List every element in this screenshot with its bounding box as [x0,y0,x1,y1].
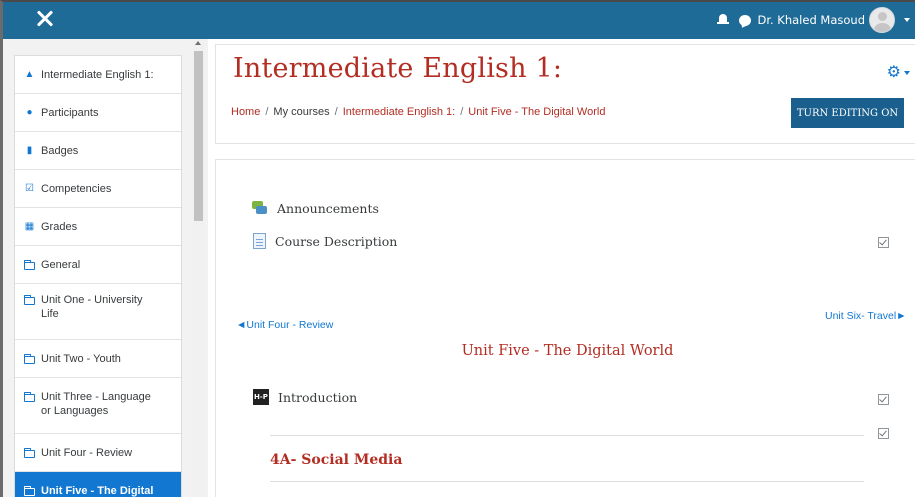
prev-section-link[interactable]: ◄Unit Four - Review [236,319,333,331]
breadcrumb-section[interactable]: Unit Five - The Digital World [468,106,605,118]
bell-icon[interactable] [717,13,730,27]
sidebar: ▲ Intermediate English 1: ● Participants… [3,39,208,497]
page-title: Intermediate English 1: [233,53,563,84]
completion-checkbox[interactable] [878,428,889,439]
sidebar-item-unit-one[interactable]: Unit One - University Life [15,284,181,340]
divider [270,481,864,482]
sidebar-nav: ▲ Intermediate English 1: ● Participants… [14,55,182,497]
forum-icon [252,200,268,216]
sidebar-item-label: Badges [41,145,79,157]
sidebar-item-label: Unit Four - Review [41,447,133,459]
folder-icon [23,390,36,404]
check-square-icon: ☑ [25,183,34,194]
sidebar-item-competencies[interactable]: ☑ Competencies [15,170,181,208]
folder-icon [23,484,36,497]
folder-icon [23,293,36,307]
scrollbar-thumb[interactable] [194,51,203,221]
sidebar-item-label: Unit One - University Life [41,294,143,320]
activity-announcements[interactable]: Announcements [252,200,379,216]
sidebar-item-unit-five[interactable]: Unit Five - The Digital [15,472,181,497]
breadcrumb-my-courses[interactable]: My courses [273,106,329,118]
sidebar-item-label: Unit Three - Language or Languages [41,391,151,417]
sidebar-item-label: Intermediate English 1: [41,69,154,81]
breadcrumb-home[interactable]: Home [231,106,260,118]
activity-label[interactable]: Course Description [275,234,397,249]
page-header: Intermediate English 1: ⚙ Home / My course… [215,44,915,144]
next-section-link[interactable]: Unit Six- Travel► [825,310,907,322]
course-content: Announcements Course Description ◄Unit F… [215,159,915,497]
settings-menu[interactable]: ⚙ [887,65,910,81]
completion-checkbox[interactable] [878,394,889,405]
sidebar-item-label: Unit Five - The Digital [41,485,154,497]
page-icon [253,233,266,249]
user-menu-area: Dr. Khaled Masoud [717,6,910,34]
avatar[interactable] [869,7,895,33]
breadcrumb-course[interactable]: Intermediate English 1: [343,106,456,118]
activity-introduction[interactable]: H-P Introduction [253,389,357,405]
sidebar-item-label: Grades [41,221,78,233]
users-icon: ● [26,107,33,118]
gear-icon[interactable]: ⚙ [887,65,901,81]
sidebar-item-course[interactable]: ▲ Intermediate English 1: [15,56,181,94]
chevron-down-icon[interactable] [904,18,910,22]
folder-icon [23,446,36,460]
sidebar-item-participants[interactable]: ● Participants [15,94,181,132]
chevron-down-icon[interactable] [904,71,910,75]
completion-checkbox[interactable] [878,237,889,248]
activity-label[interactable]: Announcements [277,201,379,216]
sidebar-item-unit-four[interactable]: Unit Four - Review [15,434,181,472]
sidebar-item-unit-three[interactable]: Unit Three - Language or Languages [15,378,181,434]
section-title: Unit Five - The Digital World [461,343,674,359]
sidebar-item-grades[interactable]: ▦ Grades [15,208,181,246]
activity-label[interactable]: Introduction [278,390,357,405]
subsection-title: 4A- Social Media [270,452,403,468]
browser-frame: Dr. Khaled Masoud ▲ Intermediate English… [0,0,915,497]
sidebar-item-label: General [41,259,81,271]
divider [270,435,864,436]
turn-editing-on-button[interactable]: TURN EDITING ON [791,98,904,128]
sidebar-item-label: Unit Two - Youth [41,353,121,365]
breadcrumb: Home / My courses / Intermediate English 1: /… [231,106,606,118]
scroll-up-icon[interactable] [195,41,201,45]
chat-icon[interactable] [739,14,752,26]
folder-icon [23,258,36,272]
sidebar-scrollbar[interactable] [192,39,205,497]
sidebar-item-general[interactable]: General [15,246,181,284]
sidebar-item-label: Competencies [41,183,112,195]
h5p-icon: H-P [253,389,269,405]
close-drawer-icon[interactable] [31,4,61,34]
shield-icon: ▮ [26,145,33,156]
graduation-cap-icon: ▲ [24,69,35,80]
activity-course-description[interactable]: Course Description [253,233,397,249]
sidebar-item-label: Participants [41,107,99,119]
user-name[interactable]: Dr. Khaled Masoud [757,13,865,27]
folder-icon [23,352,36,366]
sidebar-item-badges[interactable]: ▮ Badges [15,132,181,170]
table-icon: ▦ [24,221,35,232]
sidebar-item-unit-two[interactable]: Unit Two - Youth [15,340,181,378]
top-navbar: Dr. Khaled Masoud [3,2,915,39]
